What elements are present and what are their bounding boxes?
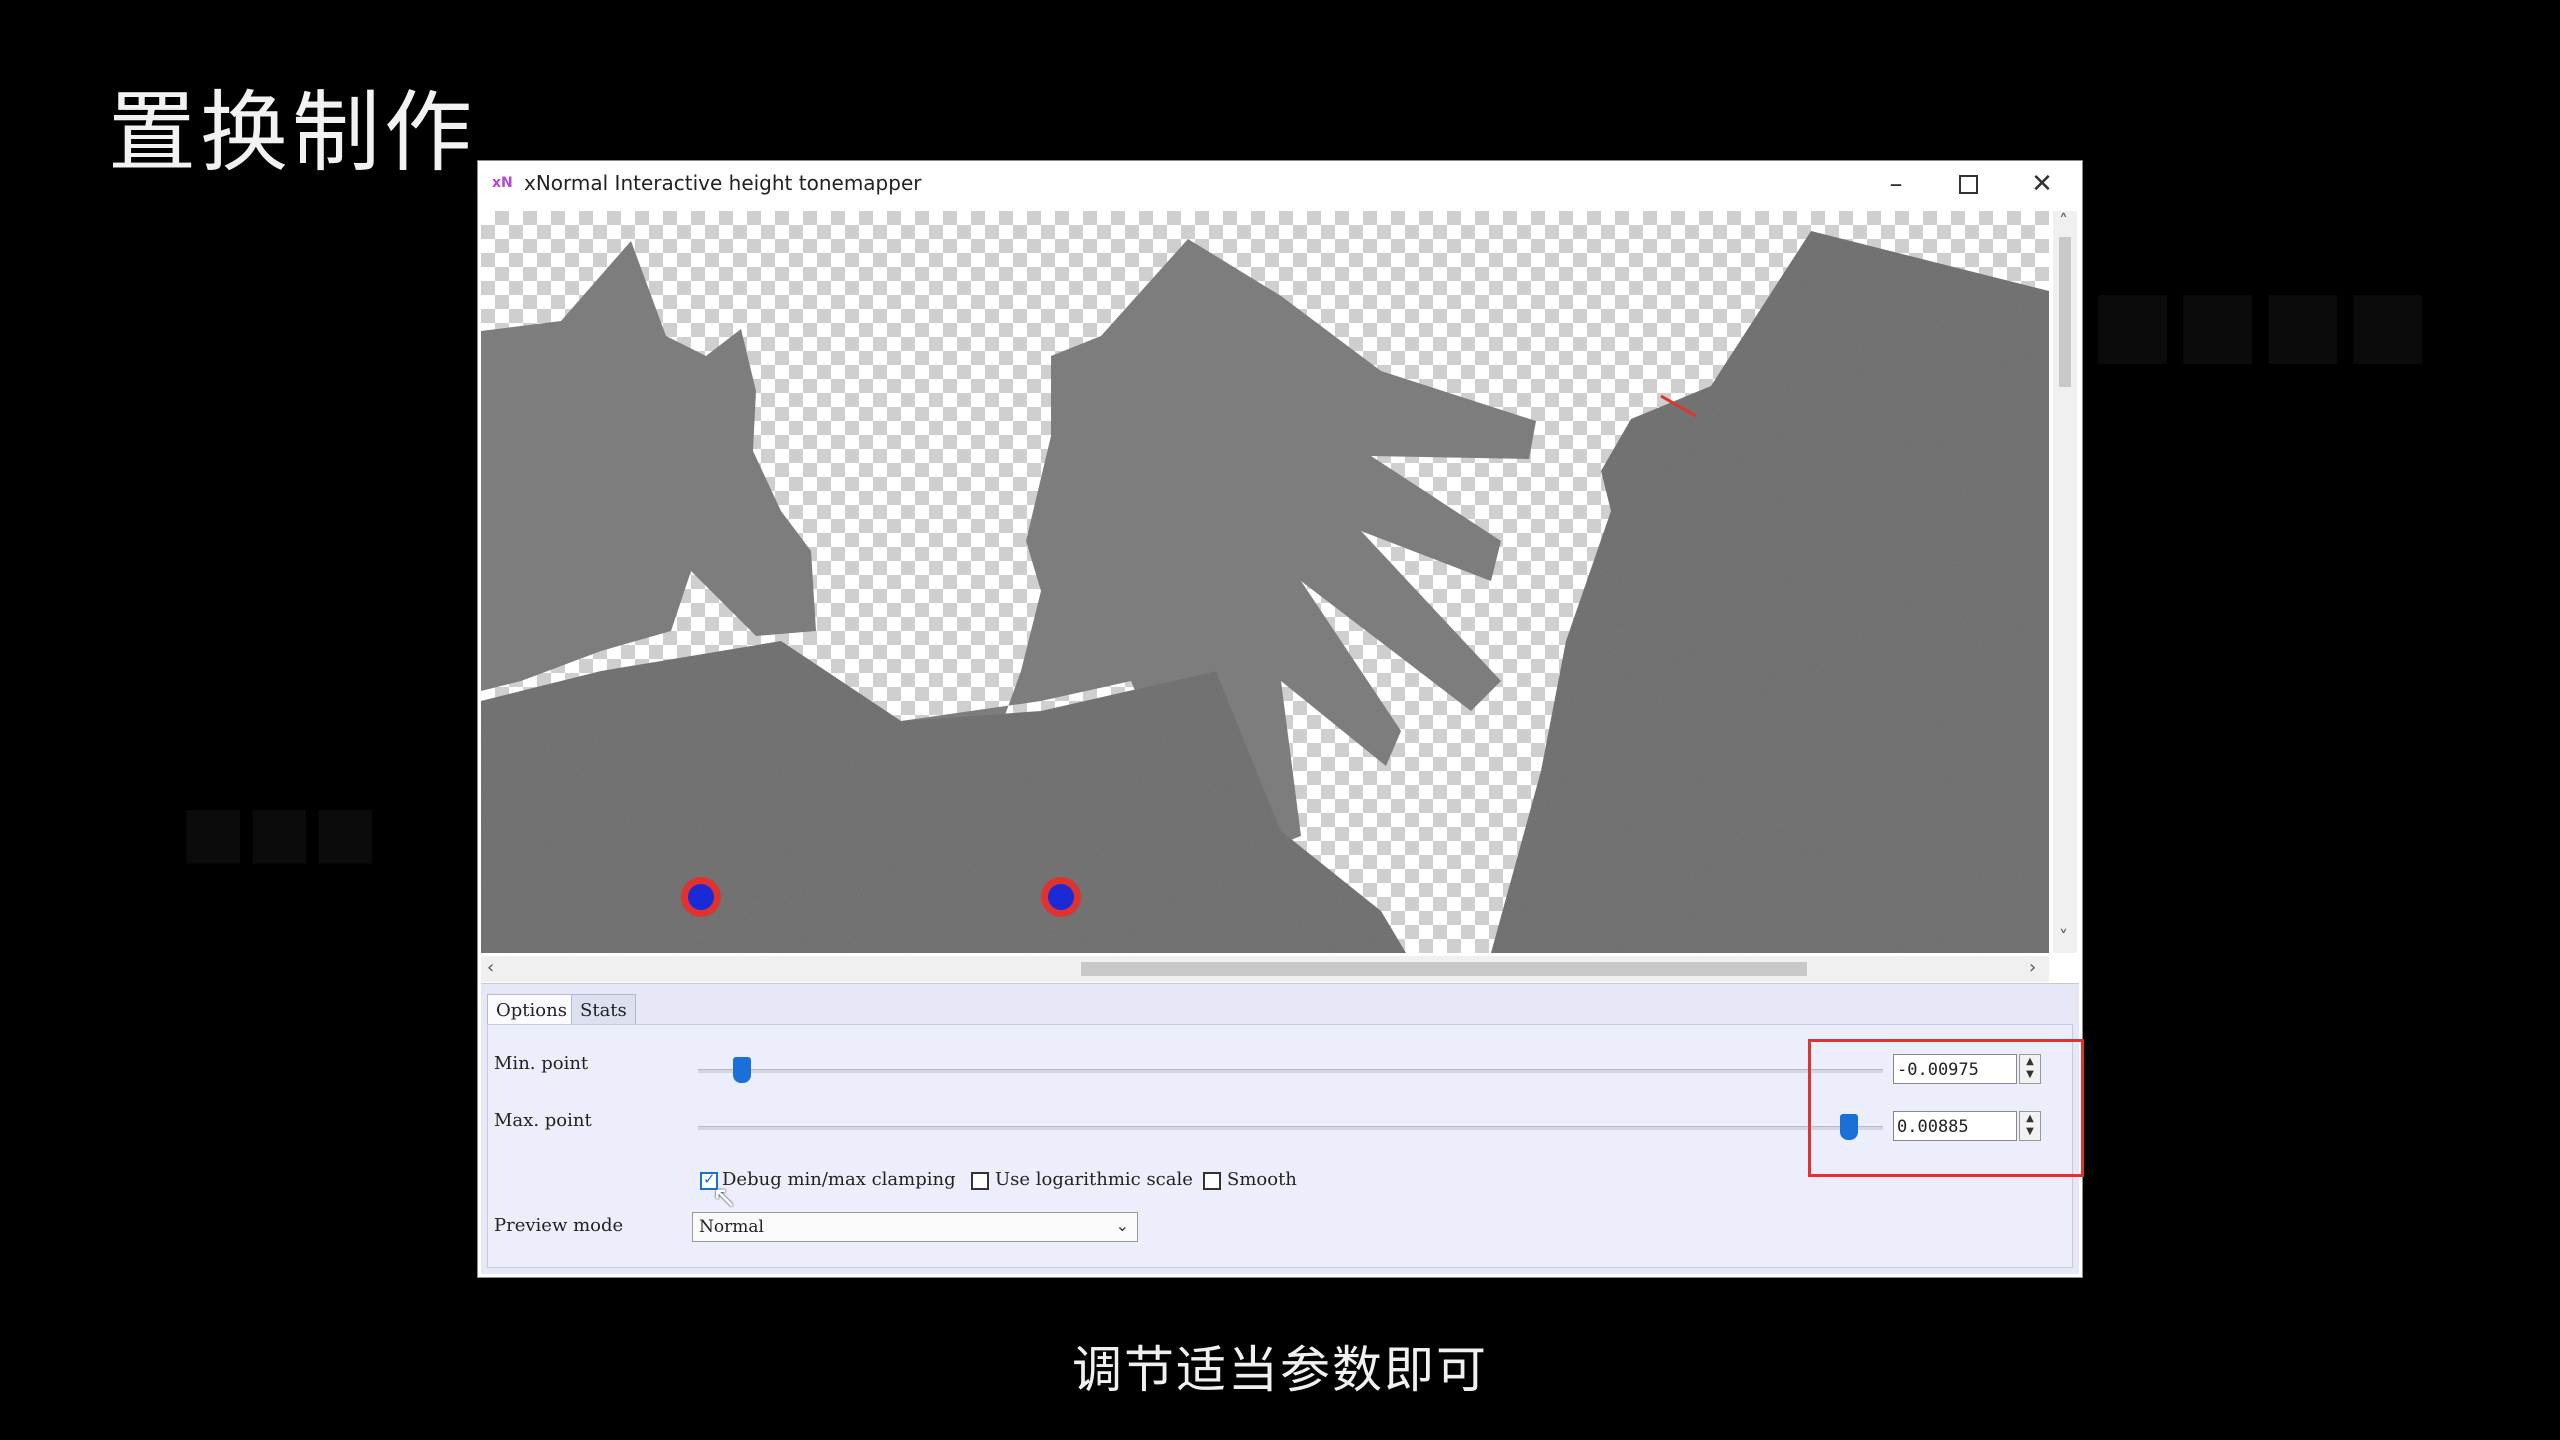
maximize-button[interactable] <box>1932 161 2004 207</box>
min-point-slider-thumb[interactable] <box>733 1057 751 1083</box>
minimize-icon: – <box>1889 169 1903 199</box>
video-subtitle: 调节适当参数即可 <box>1072 1341 1488 1399</box>
background-ghost-shape: ■■■ <box>180 790 379 872</box>
xnormal-window: xN xNormal Interactive height tonemapper… <box>477 160 2084 1278</box>
height-map-preview[interactable] <box>481 211 2049 953</box>
tab-options-label: Options <box>496 999 567 1021</box>
smooth-checkbox[interactable] <box>1203 1172 1221 1190</box>
scroll-left-icon[interactable]: ‹ <box>487 957 494 978</box>
left-hand-shape <box>481 211 816 691</box>
window-titlebar[interactable]: xN xNormal Interactive height tonemapper… <box>478 161 2082 207</box>
value-highlight-box <box>1808 1039 2084 1177</box>
mouse-cursor-icon: ↖ <box>712 1180 738 1215</box>
options-tab-body: Min. point -0.00975 ▲ ▼ Max. point 0.0088… <box>487 1024 2084 1268</box>
horizontal-scroll-thumb[interactable] <box>1081 962 1807 976</box>
close-icon: ✕ <box>2031 169 2053 199</box>
preview-mode-label: Preview mode <box>494 1215 624 1236</box>
clamp-marker <box>1048 884 1074 910</box>
minimize-button[interactable]: – <box>1860 161 1932 207</box>
scroll-down-icon[interactable]: ˅ <box>2059 927 2068 948</box>
max-point-label: Max. point <box>494 1110 592 1131</box>
vertical-scrollbar[interactable]: ˄ ˅ <box>2053 211 2077 953</box>
debug-clamping-label[interactable]: Debug min/max clamping <box>722 1169 956 1190</box>
tab-stats-label: Stats <box>580 999 627 1021</box>
logarithmic-scale-label[interactable]: Use logarithmic scale <box>995 1169 1193 1190</box>
clamp-marker <box>688 884 714 910</box>
preview-mode-value: Normal <box>699 1217 764 1237</box>
max-point-slider-track[interactable] <box>698 1126 1883 1130</box>
smooth-label[interactable]: Smooth <box>1227 1169 1297 1190</box>
close-button[interactable]: ✕ <box>2006 161 2078 207</box>
min-point-slider-track[interactable] <box>698 1069 1883 1073</box>
chevron-down-icon: ⌄ <box>1115 1216 1129 1235</box>
scroll-right-icon[interactable]: › <box>2029 957 2036 978</box>
vertical-scroll-thumb[interactable] <box>2059 237 2071 387</box>
uv-map-image <box>481 211 2049 953</box>
preview-mode-select[interactable]: Normal ⌄ <box>692 1212 1138 1242</box>
xnormal-app-icon: xN <box>492 175 513 191</box>
options-panel: Options Stats Min. point -0.00975 ▲ ▼ Max… <box>481 983 2084 1274</box>
slide-title: 置换制作 <box>108 81 477 184</box>
right-torso-shape <box>1491 231 2049 953</box>
tab-stats[interactable]: Stats <box>571 994 636 1025</box>
tab-options[interactable]: Options <box>487 994 576 1025</box>
background-ghost-shape: ■■■■ <box>2090 270 2431 375</box>
logarithmic-scale-checkbox[interactable] <box>971 1172 989 1190</box>
window-title: xNormal Interactive height tonemapper <box>524 171 922 195</box>
min-point-label: Min. point <box>494 1053 589 1074</box>
scroll-up-icon[interactable]: ˄ <box>2059 211 2068 232</box>
maximize-icon <box>1958 174 1978 194</box>
horizontal-scrollbar[interactable]: ‹ › <box>481 956 2049 982</box>
